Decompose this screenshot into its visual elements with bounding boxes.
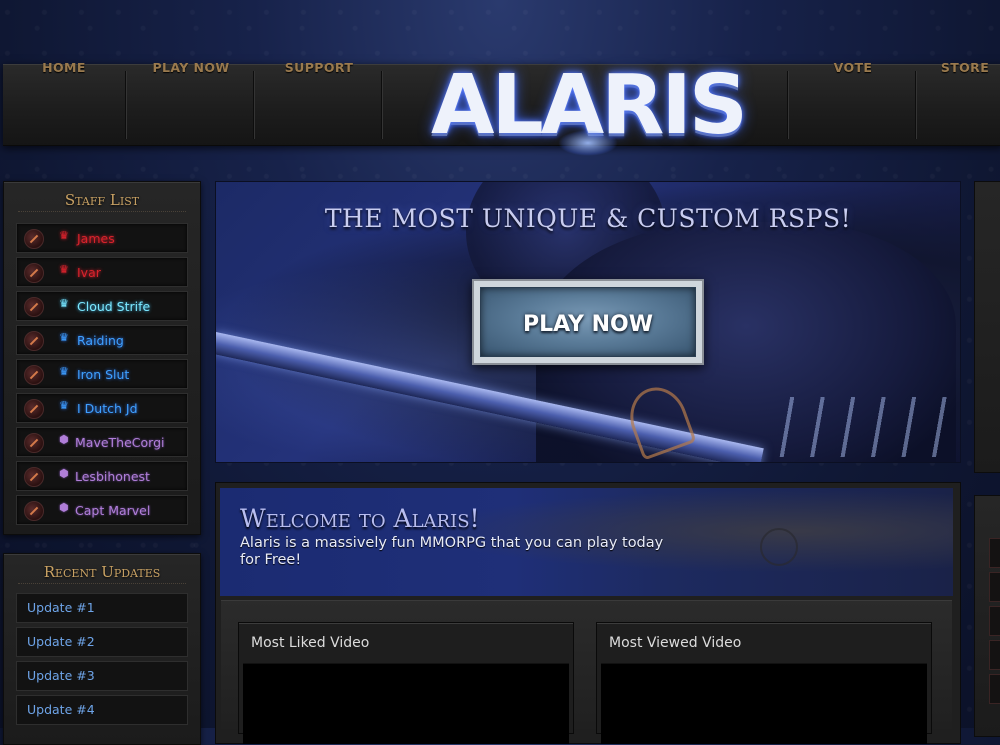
staff-row[interactable]: ⬢ Capt Marvel: [16, 495, 188, 525]
most-liked-video-title: Most Liked Video: [251, 635, 370, 651]
nav-play-now[interactable]: PLAY NOW: [130, 60, 252, 139]
sword-icon: [24, 297, 44, 317]
moderator-crown-icon: ♛: [59, 365, 69, 378]
sword-icon: [24, 467, 44, 487]
staff-name: Cloud Strife: [77, 299, 151, 314]
staff-list-title: Staff List: [64, 191, 140, 209]
nav-divider: [381, 71, 382, 139]
nav-home[interactable]: HOME: [3, 60, 125, 139]
nav-divider: [915, 71, 916, 139]
most-viewed-video-box: Most Viewed Video: [596, 622, 932, 744]
most-viewed-video-title: Most Viewed Video: [609, 635, 742, 651]
right-panel-row[interactable]: [989, 572, 1000, 602]
logo-glow: [558, 130, 618, 156]
welcome-title: Welcome to Alaris!: [240, 504, 480, 533]
most-liked-video-player[interactable]: [243, 663, 569, 744]
hero-banner: THE MOST UNIQUE & CUSTOM RSPS! PLAY NOW: [215, 181, 961, 463]
staff-row[interactable]: ♛ James: [16, 223, 188, 253]
sword-icon: [24, 229, 44, 249]
right-panel-row[interactable]: [989, 640, 1000, 670]
update-link[interactable]: Update #3: [16, 661, 188, 691]
right-sidebar-panel-lower: [974, 495, 1000, 737]
staff-name: Lesbihonest: [75, 469, 150, 484]
update-label: Update #2: [27, 634, 95, 649]
update-label: Update #3: [27, 668, 95, 683]
recent-updates-panel: Recent Updates Update #1 Update #2 Updat…: [3, 553, 201, 745]
title-ornament: [18, 211, 186, 216]
update-link[interactable]: Update #1: [16, 593, 188, 623]
decorative-emblem: [760, 528, 798, 566]
nav-store[interactable]: STORE: [920, 60, 1000, 139]
play-now-button[interactable]: PLAY NOW: [472, 279, 704, 365]
moderator-crown-icon: ♛: [59, 331, 69, 344]
update-link[interactable]: Update #2: [16, 627, 188, 657]
nav-divider: [125, 71, 126, 139]
nav-vote[interactable]: VOTE: [792, 60, 914, 139]
nav-divider: [253, 71, 254, 139]
welcome-text: Alaris is a massively fun MMORPG that yo…: [240, 535, 664, 568]
update-label: Update #1: [27, 600, 95, 615]
most-viewed-video-player[interactable]: [601, 663, 927, 744]
title-ornament: [18, 583, 186, 588]
staff-name: Raiding: [77, 333, 124, 348]
update-label: Update #4: [27, 702, 95, 717]
staff-name: I Dutch Jd: [77, 401, 138, 416]
sword-icon: [24, 331, 44, 351]
support-gem-icon: ⬢: [59, 467, 69, 480]
nav-play-now-label: PLAY NOW: [152, 60, 230, 75]
staff-row[interactable]: ⬢ Lesbihonest: [16, 461, 188, 491]
support-gem-icon: ⬢: [59, 501, 69, 514]
staff-name: James: [77, 231, 115, 246]
right-panel-row[interactable]: [989, 606, 1000, 636]
staff-name: Iron Slut: [77, 367, 130, 382]
owner-crown-icon: ♛: [59, 229, 69, 242]
support-gem-icon: ⬢: [59, 433, 69, 446]
nav-vote-label: VOTE: [833, 60, 873, 75]
banner-spikes-art: [776, 397, 956, 457]
most-liked-video-box: Most Liked Video: [238, 622, 574, 744]
update-link[interactable]: Update #4: [16, 695, 188, 725]
staff-list-panel: Staff List ♛ James ♛ Ivar ♛ Cloud Strife…: [3, 181, 201, 535]
sword-icon: [24, 433, 44, 453]
sword-icon: [24, 365, 44, 385]
play-now-button-label: PLAY NOW: [522, 312, 654, 337]
admin-crown-icon: ♛: [59, 297, 69, 310]
right-sidebar-panel: [974, 181, 1000, 473]
nav-divider: [787, 71, 788, 139]
banner-tagline: THE MOST UNIQUE & CUSTOM RSPS!: [324, 204, 852, 233]
staff-name: MaveTheCorgi: [75, 435, 165, 450]
owner-crown-icon: ♛: [59, 263, 69, 276]
staff-row[interactable]: ♛ I Dutch Jd: [16, 393, 188, 423]
nav-support-label: SUPPORT: [284, 60, 354, 75]
right-panel-row[interactable]: [989, 538, 1000, 568]
sword-icon: [24, 501, 44, 521]
staff-row[interactable]: ♛ Iron Slut: [16, 359, 188, 389]
play-now-button-face: PLAY NOW: [480, 287, 696, 357]
nav-store-label: STORE: [940, 60, 990, 75]
sword-icon: [24, 263, 44, 283]
staff-name: Capt Marvel: [75, 503, 151, 518]
welcome-section: Welcome to Alaris! Alaris is a massively…: [220, 488, 953, 596]
recent-updates-title: Recent Updates: [43, 563, 161, 581]
staff-row[interactable]: ♛ Cloud Strife: [16, 291, 188, 321]
staff-row[interactable]: ♛ Ivar: [16, 257, 188, 287]
nav-support[interactable]: SUPPORT: [258, 60, 380, 139]
alaris-logo[interactable]: ALARIS: [428, 60, 748, 156]
staff-row[interactable]: ⬢ MaveTheCorgi: [16, 427, 188, 457]
staff-name: Ivar: [77, 265, 101, 280]
nav-home-label: HOME: [42, 60, 86, 75]
moderator-crown-icon: ♛: [59, 399, 69, 412]
sword-icon: [24, 399, 44, 419]
staff-row[interactable]: ♛ Raiding: [16, 325, 188, 355]
right-panel-row[interactable]: [989, 674, 1000, 704]
